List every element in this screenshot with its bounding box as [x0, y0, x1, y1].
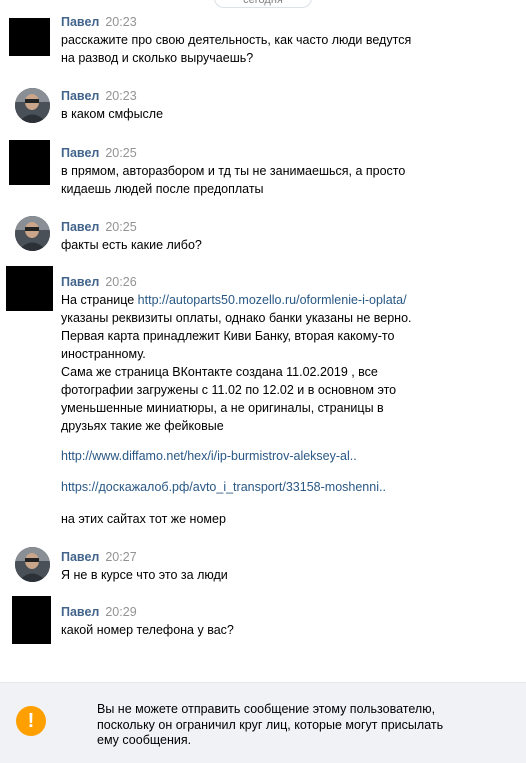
message-header: Павел 20:27 — [61, 549, 137, 565]
author-name[interactable]: Павел — [61, 605, 99, 619]
avatar-redacted[interactable] — [9, 140, 50, 185]
avatar-redacted[interactable] — [12, 596, 51, 644]
message-text: факты есть какие либо? — [61, 238, 202, 252]
message-link[interactable]: http://www.diffamo.net/hex/i/ip-burmistr… — [61, 447, 357, 465]
message-text: фотографии загружены с 11.02 по 12.02 и … — [61, 383, 397, 397]
exclamation-icon: ! — [16, 706, 46, 736]
author-name[interactable]: Павел — [61, 146, 99, 160]
message-header: Павел 20:23 — [61, 88, 137, 104]
avatar-photo-icon — [15, 88, 50, 123]
message-text: в прямом, авторазбором и тд ты не занима… — [61, 164, 406, 178]
date-separator: сегодня — [214, 0, 312, 8]
avatar-redacted[interactable] — [6, 266, 53, 311]
message-text: кидаешь людей после предоплаты — [61, 182, 264, 196]
message-link[interactable]: http://autoparts50.mozello.ru/oformlenie… — [138, 293, 407, 307]
message-time: 20:26 — [105, 275, 137, 289]
chat-page: сегодня Павел 20:23 расскажите про свою д… — [0, 0, 526, 763]
notice-line: ему сообщения. — [97, 733, 192, 747]
avatar-photo-icon — [15, 547, 50, 582]
message-time: 20:25 — [105, 220, 137, 234]
author-name[interactable]: Павел — [61, 220, 99, 234]
notice-line: поскольку он ограничил круг лиц, которые… — [97, 717, 444, 732]
message-time: 20:23 — [105, 15, 137, 29]
message-link[interactable]: https://доскажалоб.рф/avto_i_transport/3… — [61, 478, 386, 496]
message-text: в каком смфысле — [61, 107, 164, 121]
author-name[interactable]: Павел — [61, 89, 99, 103]
message-header: Павел 20:25 — [61, 219, 137, 235]
message-text: Первая карта принадлежит Киви Банку, вто… — [61, 329, 395, 343]
message-text: расскажите про свою деятельность, как ча… — [61, 33, 412, 47]
message-text: иностранному. — [61, 347, 146, 361]
message-text: Я не в курсе что это за люди — [61, 568, 228, 582]
message-header: Павел 20:25 — [61, 145, 137, 161]
message-time: 20:25 — [105, 146, 137, 160]
blocked-notice: ! Вы не можете отправить сообщение этому… — [0, 682, 526, 763]
message-text: На странице http://autoparts50.mozello.r… — [61, 291, 407, 309]
author-name[interactable]: Павел — [61, 275, 99, 289]
message-text: на этих сайтах тот же номер — [61, 512, 226, 526]
message-time: 20:29 — [105, 605, 137, 619]
message-time: 20:23 — [105, 89, 137, 103]
message-time: 20:27 — [105, 550, 137, 564]
message-text: уменьшенные миниатюры, а не оригиналы, с… — [61, 401, 384, 415]
message-header: Павел 20:29 — [61, 604, 137, 620]
author-name[interactable]: Павел — [61, 550, 99, 564]
message-text: на развод и сколько выручаешь? — [61, 51, 254, 65]
avatar-redacted[interactable] — [9, 18, 50, 56]
message-text-prefix: На странице — [61, 293, 138, 307]
avatar-photo-icon — [15, 216, 50, 251]
author-name[interactable]: Павел — [61, 15, 99, 29]
notice-text: Вы не можете отправить сообщение этому п… — [97, 702, 443, 749]
message-text: Сама же страница ВКонтакте создана 11.02… — [61, 365, 378, 379]
avatar[interactable] — [15, 216, 50, 251]
avatar[interactable] — [15, 547, 50, 582]
message-text: друзьях такие же фейковые — [61, 419, 224, 433]
message-text: какой номер телефона у вас? — [61, 623, 234, 637]
message-header: Павел 20:26 — [61, 274, 137, 290]
message-header: Павел 20:23 — [61, 14, 137, 30]
message-text: указаны реквизиты оплаты, однако банки у… — [61, 311, 412, 325]
avatar[interactable] — [15, 88, 50, 123]
notice-line: Вы не можете отправить сообщение этому п… — [97, 702, 436, 716]
